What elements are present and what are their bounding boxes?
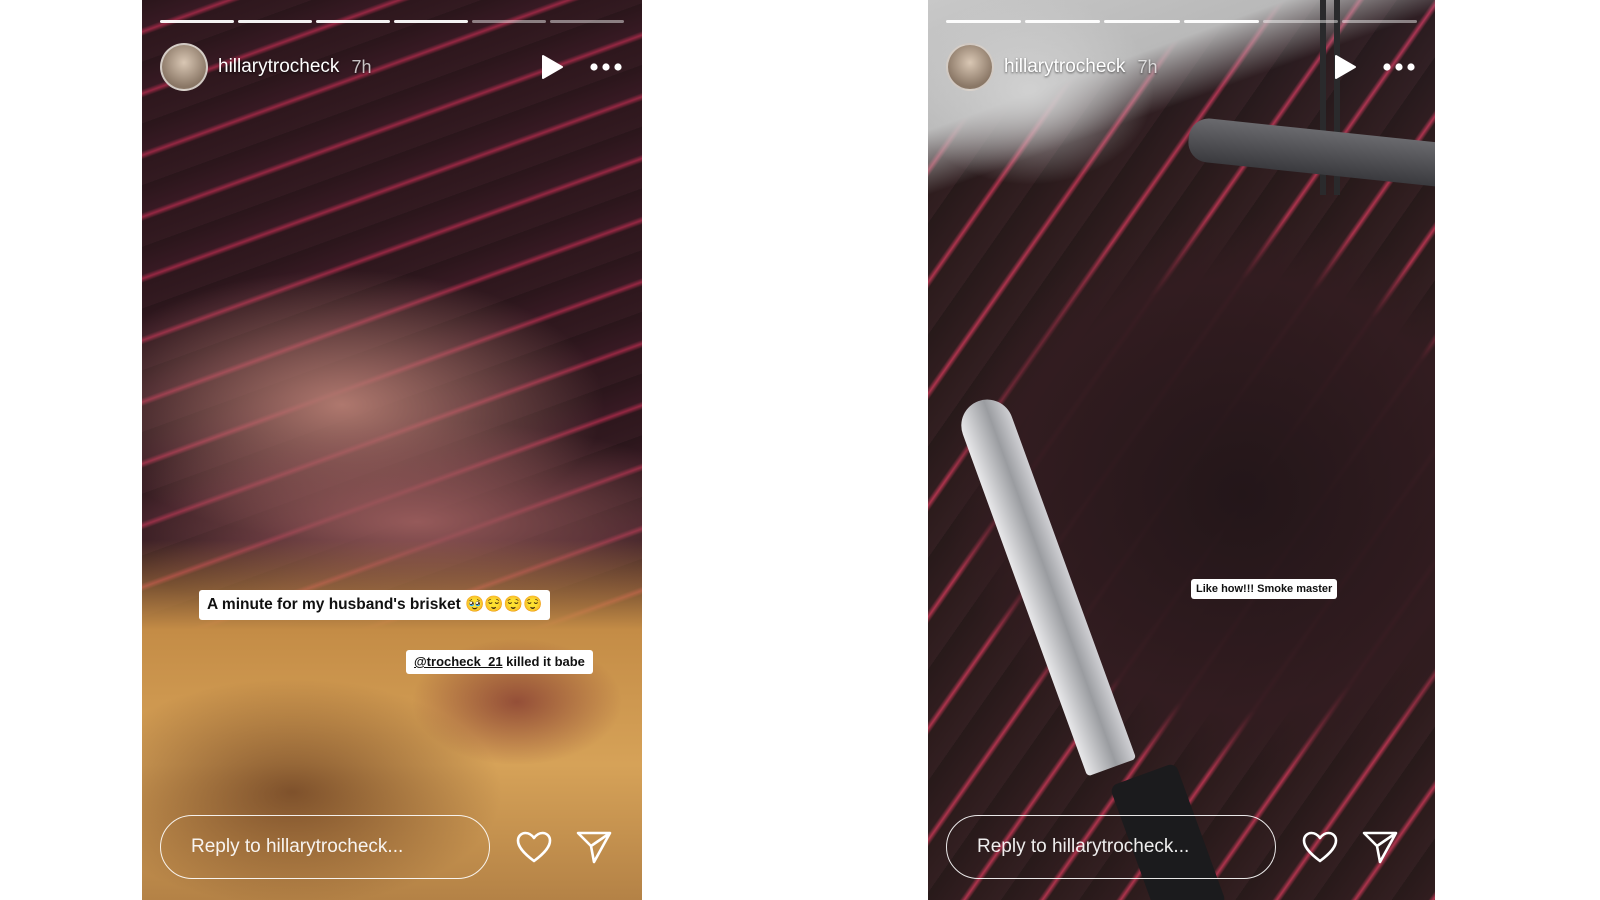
progress-segment xyxy=(160,20,234,23)
story-footer xyxy=(946,814,1417,880)
progress-segment xyxy=(1262,20,1338,23)
progress-segment xyxy=(1104,20,1180,23)
more-icon[interactable] xyxy=(1381,51,1417,83)
play-icon[interactable] xyxy=(1329,51,1361,83)
mention-link[interactable]: @trocheck_21 xyxy=(414,654,503,669)
progress-segment xyxy=(1341,20,1418,23)
caption-sticker: A minute for my husband's brisket 🥹😌😌😌 xyxy=(199,590,551,620)
heart-icon[interactable] xyxy=(1300,827,1340,867)
send-icon[interactable] xyxy=(1360,827,1400,867)
heart-icon[interactable] xyxy=(514,827,554,867)
post-time: 7h xyxy=(1137,56,1158,77)
play-icon[interactable] xyxy=(536,51,568,83)
story-header: hillarytrocheck 7h xyxy=(946,42,1417,92)
caption-sticker: Like how!!! Smoke master xyxy=(1191,579,1338,599)
mention-text: killed it babe xyxy=(502,654,585,669)
reply-input[interactable] xyxy=(946,815,1276,879)
progress-segment xyxy=(472,20,546,23)
progress-segment xyxy=(316,20,390,23)
story-header: hillarytrocheck 7h xyxy=(160,42,624,92)
progress-segment xyxy=(550,20,624,23)
story-footer xyxy=(160,814,624,880)
progress-segment xyxy=(1183,20,1259,23)
progress-segment xyxy=(1025,20,1101,23)
progress-segment xyxy=(394,20,468,23)
username[interactable]: hillarytrocheck xyxy=(1004,56,1125,78)
mention-sticker[interactable]: @trocheck_21 killed it babe xyxy=(406,650,593,674)
story-panel-left[interactable]: hillarytrocheck 7h A minute for my husba… xyxy=(142,0,642,900)
carving-knife xyxy=(1186,116,1435,188)
story-progress-bar xyxy=(160,20,624,23)
story-progress-bar xyxy=(946,20,1418,23)
story-photo-sliced-brisket xyxy=(928,0,1435,900)
send-icon[interactable] xyxy=(574,827,614,867)
knife-blade xyxy=(954,392,1137,777)
story-panel-right[interactable]: hillarytrocheck 7h Like how!!! Smoke mas… xyxy=(928,0,1435,900)
avatar[interactable] xyxy=(160,43,208,91)
progress-segment xyxy=(238,20,312,23)
more-icon[interactable] xyxy=(588,51,624,83)
avatar[interactable] xyxy=(946,43,994,91)
username[interactable]: hillarytrocheck xyxy=(218,56,339,78)
progress-segment xyxy=(946,20,1022,23)
story-photo-brisket xyxy=(142,0,642,900)
post-time: 7h xyxy=(351,56,372,77)
reply-input[interactable] xyxy=(160,815,490,879)
